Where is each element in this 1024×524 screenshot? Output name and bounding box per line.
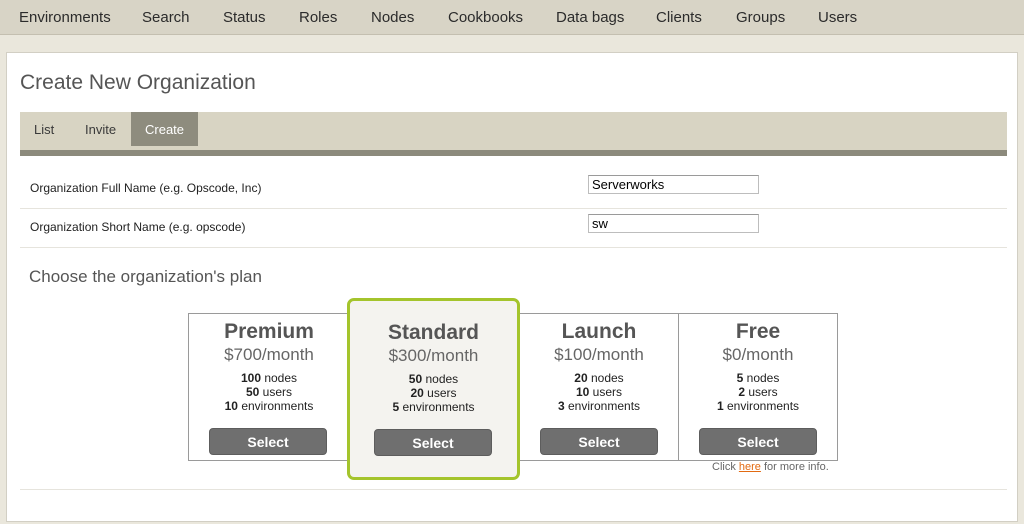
tab-list[interactable]: List <box>20 112 68 146</box>
nav-environments[interactable]: Environments <box>19 0 111 34</box>
nav-status[interactable]: Status <box>223 0 266 34</box>
plan-users: 20 users <box>410 386 457 400</box>
select-free-button[interactable]: Select <box>699 428 817 455</box>
plan-name: Free <box>735 320 781 343</box>
plan-nodes: 5 nodes <box>736 371 780 385</box>
plan-users: 50 users <box>245 385 293 399</box>
plan-price: $700/month <box>224 345 314 364</box>
nav-clients[interactable]: Clients <box>656 0 702 34</box>
nav-users[interactable]: Users <box>818 0 857 34</box>
nav-cookbooks[interactable]: Cookbooks <box>448 0 523 34</box>
plan-environments: 10 environments <box>224 399 314 413</box>
select-premium-button[interactable]: Select <box>209 428 327 455</box>
tab-bar: List Invite Create <box>20 112 1007 156</box>
form-row-short-name: Organization Short Name (e.g. opscode) <box>20 208 1007 248</box>
divider <box>20 489 1007 490</box>
select-standard-button[interactable]: Select <box>374 429 492 456</box>
select-launch-button[interactable]: Select <box>540 428 658 455</box>
nav-nodes[interactable]: Nodes <box>371 0 414 34</box>
plan-premium: Premium $700/month 100 nodes 50 users 10… <box>189 320 349 413</box>
plan-launch: Launch $100/month 20 nodes 10 users 3 en… <box>519 320 679 413</box>
form-row-full-name: Organization Full Name (e.g. Opscode, In… <box>20 169 1007 209</box>
plan-heading: Choose the organization's plan <box>29 267 262 286</box>
plan-price: $0/month <box>722 345 794 364</box>
plan-price: $300/month <box>388 346 479 365</box>
plan-name: Launch <box>561 320 637 343</box>
tab-create[interactable]: Create <box>131 112 199 146</box>
plan-environments: 5 environments <box>392 400 475 414</box>
more-info-text: Click here for more info. <box>712 461 829 473</box>
plan-name: Standard <box>387 321 479 344</box>
full-name-label: Organization Full Name (e.g. Opscode, In… <box>30 181 262 195</box>
plan-nodes: 100 nodes <box>240 371 298 385</box>
plan-free: Free $0/month 5 nodes 2 users 1 environm… <box>679 320 837 413</box>
main-panel: Create New Organization List Invite Crea… <box>6 52 1018 522</box>
more-info-link[interactable]: here <box>739 461 761 473</box>
plan-standard-details: Standard $300/month 50 nodes 20 users 5 … <box>350 321 517 414</box>
short-name-label: Organization Short Name (e.g. opscode) <box>30 220 246 234</box>
top-nav: Environments Search Status Roles Nodes C… <box>0 0 1024 35</box>
nav-search[interactable]: Search <box>142 0 190 34</box>
plan-price: $100/month <box>554 345 644 364</box>
short-name-input[interactable] <box>588 214 759 233</box>
plan-name: Premium <box>224 320 314 343</box>
plan-users: 2 users <box>738 385 778 399</box>
page-title: Create New Organization <box>20 71 256 94</box>
plan-environments: 3 environments <box>557 399 641 413</box>
plan-standard: Standard $300/month 50 nodes 20 users 5 … <box>347 298 520 480</box>
nav-roles[interactable]: Roles <box>299 0 337 34</box>
nav-groups[interactable]: Groups <box>736 0 785 34</box>
plan-nodes: 50 nodes <box>408 372 459 386</box>
plan-users: 10 users <box>575 385 623 399</box>
plan-environments: 1 environments <box>716 399 800 413</box>
nav-data-bags[interactable]: Data bags <box>556 0 624 34</box>
plan-nodes: 20 nodes <box>574 371 624 385</box>
full-name-input[interactable] <box>588 175 759 194</box>
tab-invite[interactable]: Invite <box>71 112 130 146</box>
